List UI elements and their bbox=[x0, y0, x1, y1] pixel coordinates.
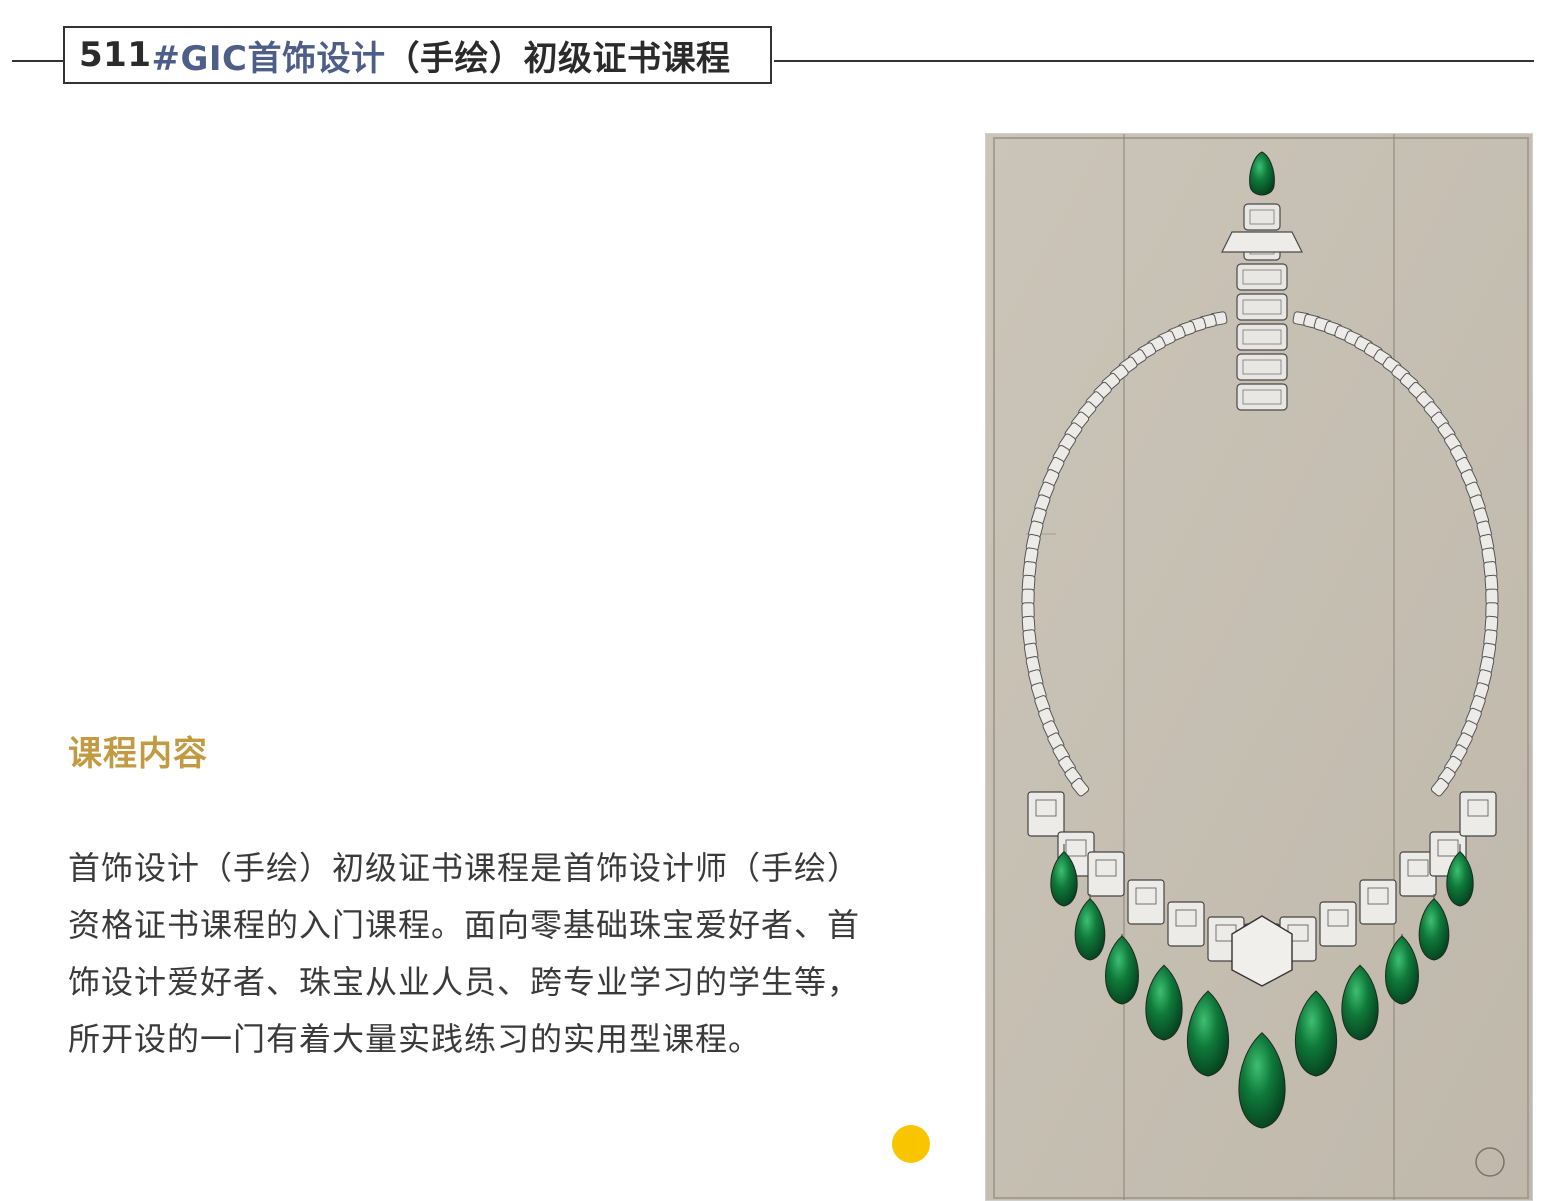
bib-plate bbox=[1087, 851, 1125, 897]
course-number: 511 bbox=[79, 35, 152, 75]
bib-plate bbox=[1127, 879, 1165, 925]
pendant-shoulder bbox=[1221, 231, 1303, 253]
title-rule-left bbox=[12, 60, 64, 62]
section-heading: 课程内容 bbox=[68, 734, 208, 774]
course-title-box: 511 #GIC首饰设计 （手绘）初级证书课程 bbox=[63, 26, 772, 84]
course-title-rest: （手绘）初级证书课程 bbox=[385, 38, 731, 79]
bib-plate bbox=[1319, 901, 1357, 947]
pendant-link bbox=[1236, 293, 1288, 321]
pendant-link bbox=[1236, 353, 1288, 381]
bib-plate bbox=[1459, 791, 1497, 837]
bib-plate bbox=[1027, 791, 1065, 837]
bib-plate bbox=[1167, 901, 1205, 947]
title-rule-right bbox=[774, 60, 1534, 62]
necklace-sketch-svg bbox=[986, 134, 1532, 1200]
course-title-accent: #GIC首饰设计 bbox=[151, 38, 386, 79]
pendant-link bbox=[1236, 383, 1288, 411]
necklace-sketch-image bbox=[985, 133, 1533, 1201]
pendant-link bbox=[1243, 203, 1281, 231]
pendant-link bbox=[1236, 323, 1288, 351]
bib-plate bbox=[1359, 879, 1397, 925]
pendant-link bbox=[1236, 263, 1288, 291]
decorative-dot bbox=[892, 1125, 930, 1163]
course-description: 首饰设计（手绘）初级证书课程是首饰设计师（手绘）资格证书课程的入门课程。面向零基… bbox=[68, 849, 861, 1058]
